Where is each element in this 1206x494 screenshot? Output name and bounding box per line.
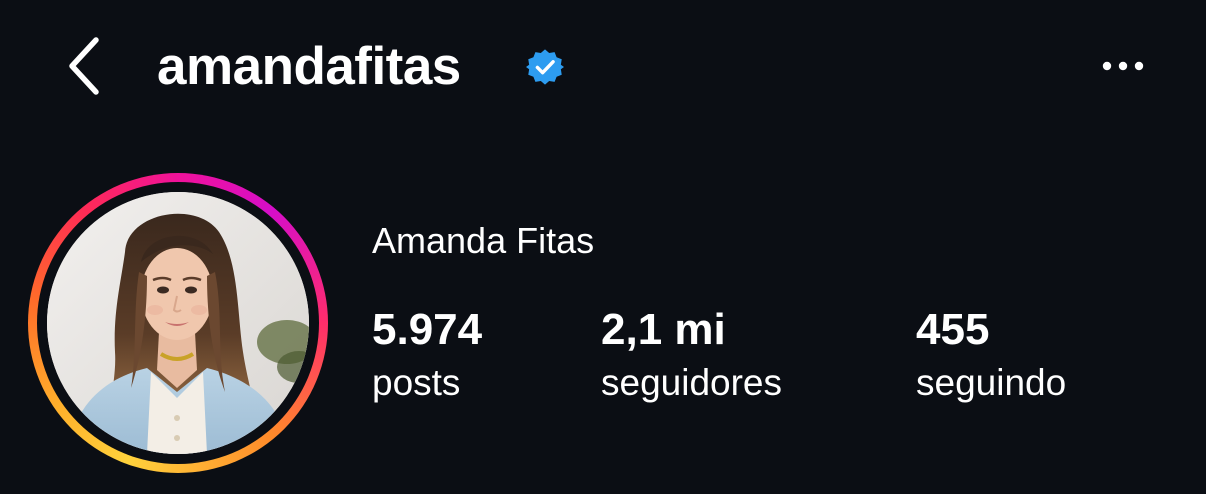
profile-username: amandafitas <box>157 37 461 96</box>
profile-page: amandafitas Amanda Fitas 5.974 posts 2,1… <box>0 0 1206 494</box>
story-ring-avatar[interactable] <box>28 173 328 473</box>
more-options-button[interactable] <box>1092 46 1154 86</box>
followers-stat[interactable]: 2,1 mi seguidores <box>601 304 782 406</box>
following-label: seguindo <box>916 362 1067 403</box>
following-stat[interactable]: 455 seguindo <box>916 304 1066 406</box>
verified-badge-icon <box>526 49 564 85</box>
posts-count: 5.974 <box>372 305 483 354</box>
posts-label: posts <box>372 362 461 403</box>
avatar <box>47 192 309 454</box>
back-button[interactable] <box>58 34 110 98</box>
following-count: 455 <box>916 305 990 354</box>
profile-photo <box>47 192 309 454</box>
followers-count: 2,1 mi <box>601 305 726 354</box>
followers-label: seguidores <box>601 362 783 403</box>
posts-stat[interactable]: 5.974 posts <box>372 304 482 406</box>
more-horizontal-icon <box>1102 61 1144 71</box>
chevron-left-icon <box>69 37 99 95</box>
profile-display-name: Amanda Fitas <box>372 220 595 261</box>
